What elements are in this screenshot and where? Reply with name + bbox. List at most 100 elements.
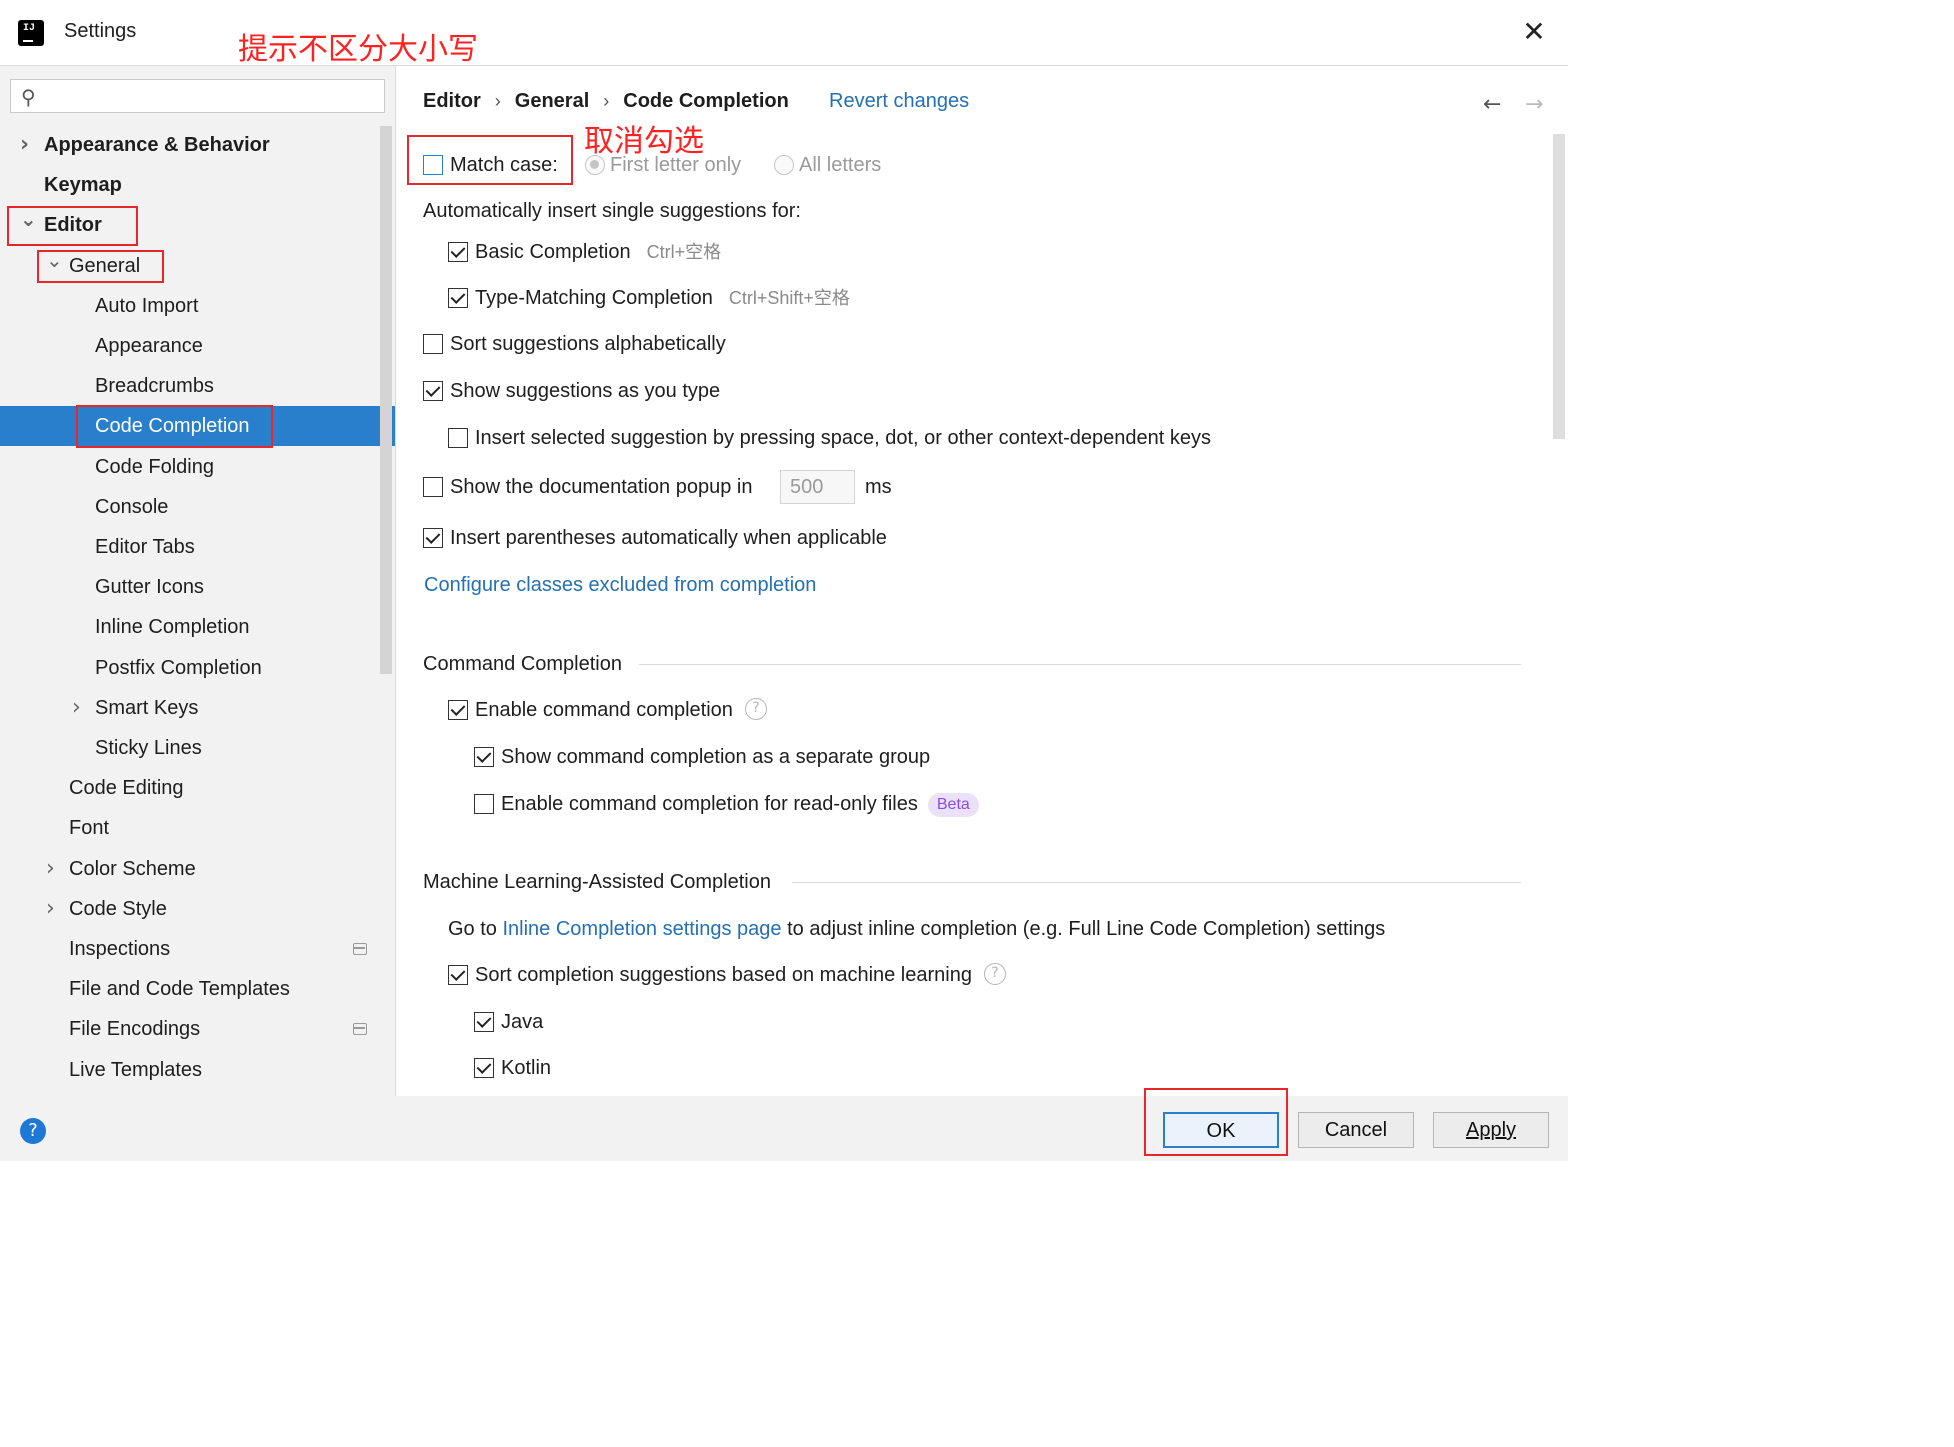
doc-popup-label: Show the documentation popup in — [450, 476, 753, 498]
sidebar-item-appearance-behavior[interactable]: › Appearance & Behavior — [0, 125, 395, 165]
separate-group-option[interactable]: Show command completion as a separate gr… — [474, 742, 954, 772]
sidebar-item-gutter-icons[interactable]: Gutter Icons — [0, 567, 395, 607]
enable-command-completion-checkbox[interactable] — [448, 700, 468, 720]
sidebar-item-inline-completion[interactable]: Inline Completion — [0, 607, 395, 647]
close-icon[interactable]: ✕ — [1520, 18, 1548, 46]
sidebar-item-inspections[interactable]: Inspections — [0, 929, 395, 969]
sidebar-item-font[interactable]: Font — [0, 808, 395, 848]
forward-arrow-icon[interactable]: → — [1525, 92, 1543, 117]
kotlin-option[interactable]: Kotlin — [474, 1053, 594, 1083]
chevron-down-icon[interactable]: ⌄ — [46, 240, 63, 280]
ok-button[interactable]: OK — [1163, 1112, 1279, 1148]
cancel-button[interactable]: Cancel — [1298, 1112, 1414, 1148]
revert-changes-link[interactable]: Revert changes — [829, 90, 969, 113]
sidebar-item-code-editing[interactable]: Code Editing — [0, 768, 395, 808]
match-case-checkbox[interactable] — [423, 155, 443, 175]
sidebar-item-appearance[interactable]: Appearance — [0, 326, 395, 366]
sidebar-item-label: Console — [95, 496, 169, 518]
annotation-case-insensitive-note: 提示不区分大小写 — [238, 32, 478, 67]
read-only-files-option[interactable]: Enable command completion for read-only … — [474, 789, 1014, 819]
first-letter-radio-option[interactable]: First letter only — [585, 150, 755, 180]
settings-window: IJ Settings 提示不区分大小写 ✕ ⚲ › Appearance & B… — [0, 0, 1568, 1161]
kotlin-checkbox[interactable] — [474, 1058, 494, 1078]
content-scrollbar[interactable] — [1553, 134, 1565, 439]
sidebar-item-console[interactable]: Console — [0, 487, 395, 527]
sort-alphabetically-checkbox[interactable] — [423, 334, 443, 354]
sidebar-item-color-scheme[interactable]: › Color Scheme — [0, 849, 395, 889]
sidebar-item-label: Auto Import — [95, 295, 199, 317]
doc-popup-checkbox[interactable] — [423, 477, 443, 497]
project-level-icon — [353, 1023, 367, 1035]
type-matching-checkbox[interactable] — [448, 288, 468, 308]
chevron-right-icon[interactable]: › — [46, 849, 55, 889]
sidebar-item-general[interactable]: ⌄ General — [0, 246, 395, 286]
sidebar-item-breadcrumbs[interactable]: Breadcrumbs — [0, 366, 395, 406]
help-icon[interactable]: ? — [983, 962, 1006, 985]
sidebar-item-label: Appearance & Behavior — [44, 134, 270, 156]
sidebar-item-file-and-code-templates[interactable]: File and Code Templates — [0, 969, 395, 1009]
insert-parentheses-option[interactable]: Insert parentheses automatically when ap… — [423, 523, 923, 553]
doc-popup-delay-input[interactable]: 500 — [780, 470, 855, 504]
sort-alphabetically-option[interactable]: Sort suggestions alphabetically — [423, 329, 743, 359]
enable-command-completion-label: Enable command completion — [475, 699, 733, 721]
insert-parentheses-checkbox[interactable] — [423, 528, 443, 548]
basic-completion-option[interactable]: Basic Completion Ctrl+空格 — [448, 237, 748, 267]
help-icon[interactable]: ? — [744, 697, 767, 720]
first-letter-radio[interactable] — [585, 155, 605, 175]
sort-ml-checkbox[interactable] — [448, 965, 468, 985]
settings-search-box[interactable]: ⚲ — [10, 79, 385, 113]
sidebar-item-label: Appearance — [95, 335, 203, 357]
configure-excluded-classes-link[interactable]: Configure classes excluded from completi… — [424, 570, 816, 600]
type-matching-label: Type-Matching Completion — [475, 287, 713, 309]
java-option[interactable]: Java — [474, 1007, 594, 1037]
chevron-down-icon[interactable]: ⌄ — [20, 199, 37, 239]
sidebar-item-postfix-completion[interactable]: Postfix Completion — [0, 648, 395, 688]
all-letters-radio[interactable] — [774, 155, 794, 175]
chevron-right-icon[interactable]: › — [20, 125, 29, 165]
doc-popup-option[interactable]: Show the documentation popup in — [423, 472, 783, 502]
kotlin-label: Kotlin — [501, 1057, 552, 1079]
sidebar-item-keymap[interactable]: Keymap — [0, 165, 395, 205]
insert-selected-checkbox[interactable] — [448, 428, 468, 448]
sort-ml-option[interactable]: Sort completion suggestions based on mac… — [448, 960, 1048, 990]
sidebar-item-label: Postfix Completion — [95, 657, 262, 679]
breadcrumb-general[interactable]: General — [515, 90, 589, 113]
sidebar-item-sticky-lines[interactable]: Sticky Lines — [0, 728, 395, 768]
sidebar-item-code-folding[interactable]: Code Folding — [0, 447, 395, 487]
help-button[interactable]: ? — [20, 1118, 46, 1144]
sidebar-item-label: Sticky Lines — [95, 737, 202, 759]
sidebar-item-label: Editor Tabs — [95, 536, 195, 558]
sidebar-item-editor[interactable]: ⌄ Editor — [0, 205, 395, 245]
dialog-footer: ? OK Cancel Apply — [0, 1096, 1568, 1161]
sidebar-item-auto-import[interactable]: Auto Import — [0, 286, 395, 326]
type-matching-option[interactable]: Type-Matching Completion Ctrl+Shift+空格 — [448, 283, 888, 313]
enable-command-completion-option[interactable]: Enable command completion? — [448, 695, 788, 725]
search-input[interactable] — [53, 84, 373, 108]
sidebar-scrollbar[interactable] — [380, 126, 392, 674]
read-only-files-checkbox[interactable] — [474, 794, 494, 814]
sidebar-item-label: Breadcrumbs — [95, 375, 214, 397]
chevron-right-icon[interactable]: › — [46, 889, 55, 929]
section-divider — [639, 664, 1521, 665]
show-as-you-type-checkbox[interactable] — [423, 381, 443, 401]
breadcrumb-separator: › — [494, 91, 501, 111]
back-arrow-icon[interactable]: ← — [1483, 92, 1501, 117]
breadcrumb-editor[interactable]: Editor — [423, 90, 481, 113]
sidebar-item-live-templates[interactable]: Live Templates — [0, 1050, 395, 1090]
basic-completion-checkbox[interactable] — [448, 242, 468, 262]
separate-group-checkbox[interactable] — [474, 747, 494, 767]
apply-button[interactable]: Apply — [1433, 1112, 1549, 1148]
sidebar-item-code-style[interactable]: › Code Style — [0, 889, 395, 929]
show-as-you-type-option[interactable]: Show suggestions as you type — [423, 376, 743, 406]
sidebar-item-editor-tabs[interactable]: Editor Tabs — [0, 527, 395, 567]
java-checkbox[interactable] — [474, 1012, 494, 1032]
all-letters-radio-option[interactable]: All letters — [774, 150, 894, 180]
insert-selected-option[interactable]: Insert selected suggestion by pressing s… — [448, 423, 1248, 453]
match-case-option[interactable]: Match case: — [423, 150, 563, 180]
sidebar-item-smart-keys[interactable]: › Smart Keys — [0, 688, 395, 728]
java-label: Java — [501, 1011, 544, 1033]
chevron-right-icon[interactable]: › — [72, 688, 81, 728]
inline-completion-settings-link[interactable]: Inline Completion settings page — [502, 918, 781, 940]
sidebar-item-file-encodings[interactable]: File Encodings — [0, 1009, 395, 1049]
sidebar-item-code-completion[interactable]: Code Completion — [0, 406, 395, 446]
